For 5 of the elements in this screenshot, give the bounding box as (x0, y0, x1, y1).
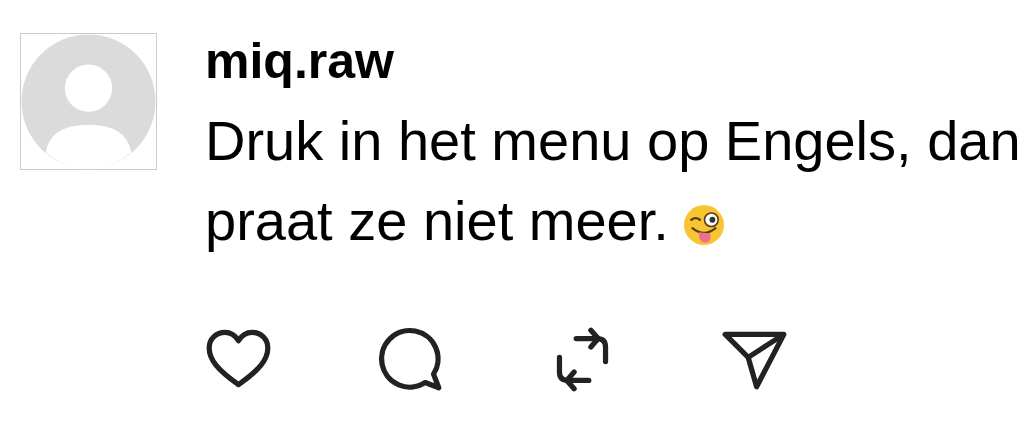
comment-icon[interactable] (377, 326, 444, 393)
username[interactable]: miq.raw (205, 33, 1005, 89)
post-text: praat ze niet meer. (205, 189, 669, 252)
post-text: Druk in het menu op Engels, dan (205, 109, 1021, 172)
winking-face-icon (682, 204, 725, 246)
